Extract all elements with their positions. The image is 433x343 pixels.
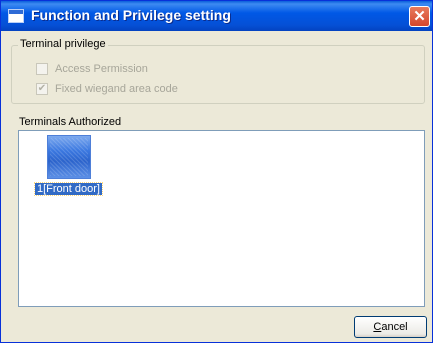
checkbox-label: Fixed wiegand area code (55, 83, 178, 95)
window-title: Function and Privilege setting (31, 7, 231, 23)
terminal-item-label: 1[Front door] (34, 182, 103, 196)
terminals-authorized-label: Terminals Authorized (19, 116, 122, 128)
close-button[interactable]: ✕ (409, 6, 430, 27)
window-icon (8, 9, 24, 23)
group-legend: Terminal privilege (18, 38, 108, 50)
checkbox-box (36, 63, 48, 75)
checkbox-label: Access Permission (55, 63, 148, 75)
check-icon: ✔ (36, 83, 48, 95)
cancel-label-rest: ancel (381, 321, 408, 333)
terminal-item-front-door[interactable]: 1[Front door] (34, 135, 105, 203)
cancel-button[interactable]: Cancel (354, 316, 427, 338)
terminal-privilege-group: Terminal privilege Access Permission ✔ F… (11, 38, 425, 104)
terminal-icon (47, 135, 91, 179)
terminals-listview[interactable]: 1[Front door] (18, 130, 425, 307)
title-bar[interactable]: Function and Privilege setting ✕ (1, 1, 432, 31)
dialog-window: Function and Privilege setting ✕ Termina… (0, 0, 433, 343)
